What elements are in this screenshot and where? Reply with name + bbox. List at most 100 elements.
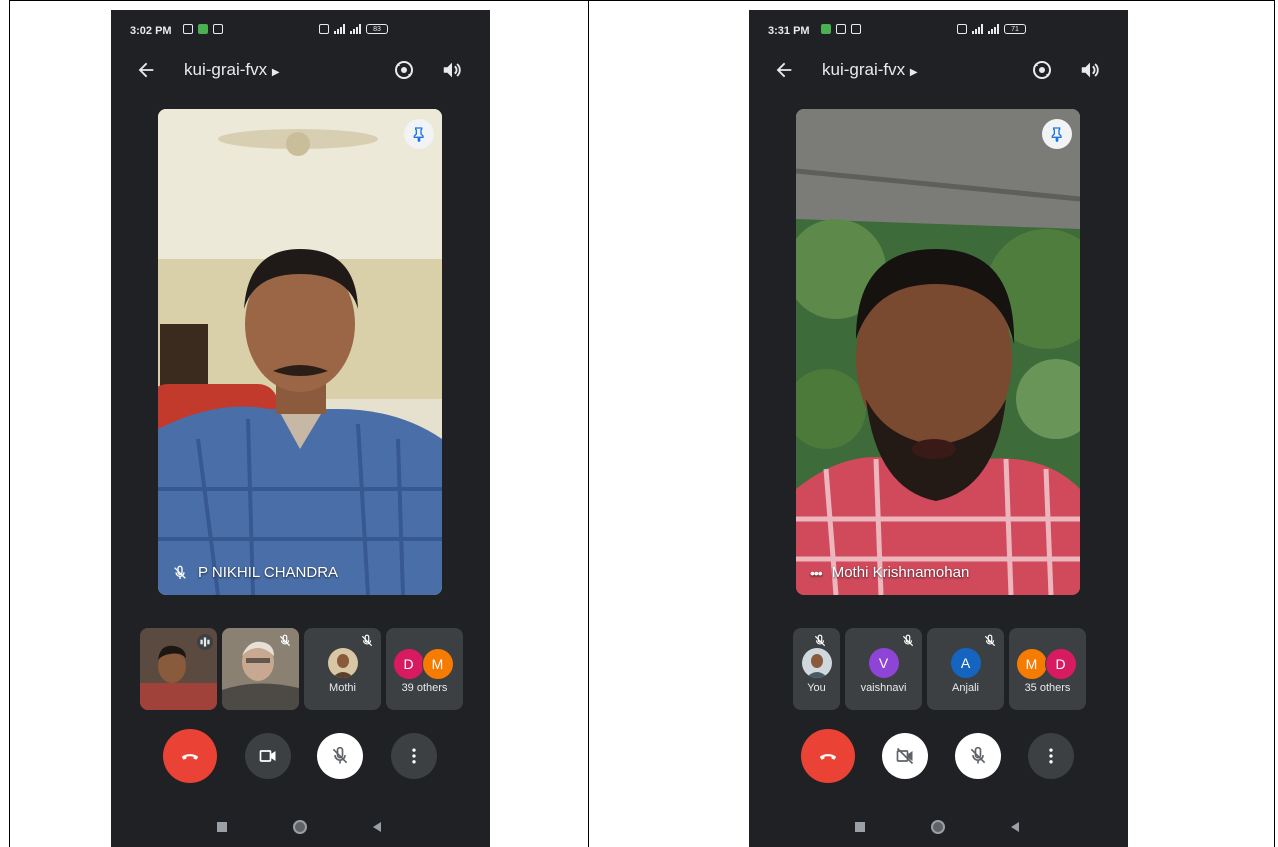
mic-muted-icon [174,565,186,579]
home-button[interactable] [293,820,307,834]
hotspot-notification-icon [851,24,861,34]
meeting-code[interactable]: kui-grai-fvx ▶ [184,60,280,80]
main-participant-video[interactable]: P NIKHIL CHANDRA [158,109,442,595]
more-options-button[interactable] [391,733,437,779]
avatar [327,648,358,678]
tile-label: 35 others [1024,682,1071,694]
avatar: M [1015,648,1048,680]
more-vert-icon [412,748,416,764]
status-time: 3:31 PM [768,25,810,37]
main-participant-name: Mothi Krishnamohan [831,564,970,581]
participant-name-overlay: P NIKHIL CHANDRA [172,564,338,581]
end-call-button[interactable] [801,729,855,783]
vibrate-icon [957,24,967,34]
signal-strength-2-icon [350,24,361,34]
notification-icons [821,24,861,34]
participant-tile[interactable]: A Anjali [927,628,1004,710]
speaking-indicator-icon [197,634,213,650]
signal-strength-icon [334,24,345,34]
status-bar: 3:31 PM 71 [749,10,1128,40]
others-tile[interactable]: M D 35 others [1009,628,1086,710]
tile-label: Anjali [952,682,979,694]
system-status-icons: 83 [319,24,388,34]
avatar: A [950,648,981,678]
recents-button[interactable] [855,822,865,832]
participant-video-feed [796,109,1080,595]
back-arrow-icon[interactable] [135,59,157,81]
mic-muted-icon [814,634,826,647]
pin-button[interactable] [404,119,434,149]
speaker-icon[interactable] [441,59,463,81]
camera-toggle-button[interactable] [882,733,928,779]
mic-toggle-button[interactable] [317,733,363,779]
mic-muted-icon [279,634,291,647]
mic-muted-icon [361,634,373,647]
status-time: 3:02 PM [130,25,172,37]
camera-toggle-button[interactable] [245,733,291,779]
more-options-button[interactable] [1028,733,1074,779]
mic-muted-icon [902,634,914,647]
participant-tiles: Mothi D M 39 others [140,628,463,710]
nav-back-button[interactable] [1011,822,1019,832]
call-controls [111,729,490,783]
avatar: M [421,648,454,680]
main-participant-video[interactable]: ••• Mothi Krishnamohan [796,109,1080,595]
tile-label: 39 others [401,682,448,694]
home-button[interactable] [931,820,945,834]
participant-tile-self[interactable]: You [793,628,840,710]
more-vert-icon [1049,748,1053,764]
meeting-top-bar: kui-grai-fvx ▶ [749,55,1128,85]
call-controls [749,729,1128,783]
participant-tile[interactable] [140,628,217,710]
hang-up-icon [181,754,199,760]
meeting-top-bar: kui-grai-fvx ▶ [111,55,490,85]
participant-tiles: You V vaishnavi A Anjali M D 35 others [793,628,1086,710]
end-call-button[interactable] [163,729,217,783]
phone-screenshot-1: 3:02 PM 83 kui-grai-fvx ▶ P NIKHIL CHAND… [111,10,490,847]
pin-icon [1051,127,1062,142]
signal-strength-icon [972,24,983,34]
main-participant-name: P NIKHIL CHANDRA [198,564,339,581]
mic-off-icon [332,746,348,764]
signal-strength-2-icon [988,24,999,34]
pin-button[interactable] [1042,119,1072,149]
status-bar: 3:02 PM 83 [111,10,490,40]
meet-notification-icon [821,24,831,34]
notification-icons [183,24,223,34]
participant-tile[interactable] [222,628,299,710]
switch-camera-icon[interactable] [1030,58,1054,82]
switch-camera-icon[interactable] [392,58,416,82]
participant-video-feed [158,109,442,595]
meeting-code[interactable]: kui-grai-fvx ▶ [822,60,918,80]
table-cell-divider [588,0,589,847]
avatar: D [392,648,425,680]
back-arrow-icon[interactable] [773,59,795,81]
recents-button[interactable] [217,822,227,832]
tile-label: Mothi [329,682,356,694]
tile-label: vaishnavi [860,682,907,694]
battery-icon: 71 [1004,24,1026,34]
participant-tile[interactable]: V vaishnavi [845,628,922,710]
vibrate-icon [319,24,329,34]
play-notification-icon [183,24,193,34]
video-notification-icon [836,24,846,34]
avatar [801,648,832,678]
meeting-details-caret-icon: ▶ [909,67,918,78]
others-avatars: M D [1015,648,1077,680]
mic-toggle-button[interactable] [955,733,1001,779]
avatar: D [1044,648,1077,680]
speaker-icon[interactable] [1079,59,1101,81]
video-notification-icon [213,24,223,34]
mic-muted-icon [984,634,996,647]
android-nav-bar [749,817,1128,837]
nav-back-button[interactable] [373,822,381,832]
others-tile[interactable]: D M 39 others [386,628,463,710]
participant-name-overlay: ••• Mothi Krishnamohan [810,564,969,581]
tile-label: You [807,682,826,694]
participant-tile[interactable]: Mothi [304,628,381,710]
meeting-details-caret-icon: ▶ [271,67,280,78]
hang-up-icon [819,754,837,760]
battery-icon: 83 [366,24,388,34]
pin-icon [413,127,424,142]
speaking-dots-icon: ••• [810,564,823,581]
